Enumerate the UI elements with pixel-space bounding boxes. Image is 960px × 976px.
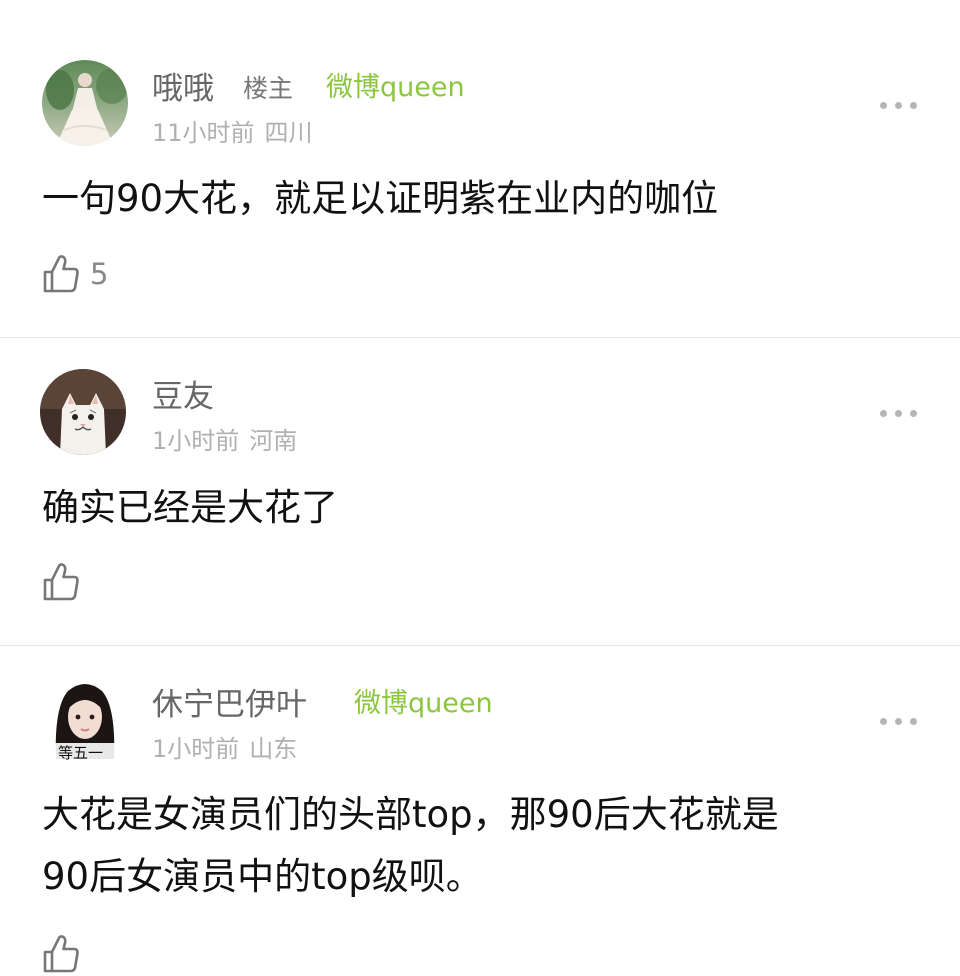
thumbs-up-icon xyxy=(43,255,79,293)
user-badge[interactable]: 微博queen xyxy=(354,690,493,717)
timestamp: 11小时前 xyxy=(152,119,255,147)
location: 四川 xyxy=(264,119,313,147)
comment-text: 大花是女演员们的头部top，那90后大花就是 90后女演员中的top级呗。 xyxy=(42,784,779,908)
thumbs-up-icon xyxy=(43,935,79,973)
like-button[interactable]: 5 xyxy=(42,252,108,296)
username[interactable]: 休宁巴伊叶 xyxy=(152,690,307,721)
divider xyxy=(0,337,960,338)
comment-line: 一句90大花，就足以证明紫在业内的咖位 xyxy=(42,177,719,220)
comment-meta: 11小时前 四川 xyxy=(152,121,313,145)
comment-line: 确实已经是大花了 xyxy=(42,486,338,529)
like-button[interactable] xyxy=(42,932,90,976)
like-button[interactable] xyxy=(42,560,90,604)
timestamp: 1小时前 xyxy=(152,427,240,455)
comment-line: 大花是女演员们的头部top，那90后大花就是 xyxy=(42,793,779,836)
comment-text: 确实已经是大花了 xyxy=(42,477,338,539)
comment-meta: 1小时前 河南 xyxy=(152,429,297,453)
avatar[interactable]: 等五一 xyxy=(42,677,128,763)
comment-text: 一句90大花，就足以证明紫在业内的咖位 xyxy=(42,168,718,230)
more-dots-icon[interactable] xyxy=(880,716,920,726)
comment-line: 90后女演员中的top级呗。 xyxy=(42,855,483,898)
timestamp: 1小时前 xyxy=(152,735,240,763)
comment-meta: 1小时前 山东 xyxy=(152,737,297,761)
op-tag: 楼主 xyxy=(243,74,294,103)
cat-photo-avatar xyxy=(40,369,126,455)
location: 山东 xyxy=(249,735,298,763)
user-badge[interactable]: 微博queen xyxy=(326,74,465,101)
avatar-caption: 等五一 xyxy=(58,744,104,762)
more-dots-icon[interactable] xyxy=(880,408,920,418)
thumbs-up-icon xyxy=(43,563,79,601)
divider xyxy=(0,645,960,646)
location: 河南 xyxy=(249,427,298,455)
bride-photo-avatar xyxy=(42,60,128,146)
username[interactable]: 哦哦 xyxy=(152,74,214,105)
username[interactable]: 豆友 xyxy=(152,382,214,413)
avatar[interactable] xyxy=(40,369,126,455)
more-dots-icon[interactable] xyxy=(880,100,920,110)
like-count: 5 xyxy=(90,256,109,291)
avatar[interactable] xyxy=(42,60,128,146)
